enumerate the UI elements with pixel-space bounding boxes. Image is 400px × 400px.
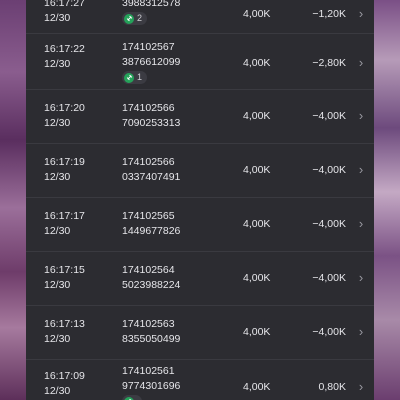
row-id-primary: 174102561 <box>122 365 175 377</box>
chevron-right-icon: › <box>358 55 364 70</box>
row-id-secondary: 9774301696 <box>122 380 181 392</box>
row-id-primary: 174102566 <box>122 156 175 168</box>
row-result: −4,00K <box>312 218 346 230</box>
row-stake: 4,00K <box>243 272 271 284</box>
row-time: 16:17:22 <box>44 43 85 55</box>
row-result: 0,80K <box>318 381 346 393</box>
row-id-primary: 174102566 <box>122 102 175 114</box>
chevron-right-icon: › <box>358 324 364 339</box>
combo-badge: 1 <box>122 71 148 84</box>
row-time: 16:17:15 <box>44 264 85 276</box>
row-date: 12/30 <box>44 279 71 291</box>
row-time: 16:17:19 <box>44 156 85 168</box>
list-item[interactable]: 16:17:22 12/30 174102567 3876612099 1 4,… <box>26 36 374 90</box>
row-date: 12/30 <box>44 12 71 24</box>
row-result: −4,00K <box>312 164 346 176</box>
list-item[interactable]: 16:17:20 12/30 174102566 7090253313 4,00… <box>26 90 374 144</box>
chevron-right-icon: › <box>358 216 364 231</box>
row-id-primary: 174102567 <box>122 41 175 53</box>
list-item[interactable]: 16:17:13 12/30 174102563 8355050499 4,00… <box>26 306 374 360</box>
row-id-secondary: 7090253313 <box>122 117 181 129</box>
chevron-right-icon: › <box>358 162 364 177</box>
chevron-right-icon: › <box>358 379 364 394</box>
row-id-secondary: 3876612099 <box>122 56 181 68</box>
row-result: −4,00K <box>312 272 346 284</box>
row-id-primary: 174102565 <box>122 210 175 222</box>
row-id-secondary: 5023988224 <box>122 279 181 291</box>
row-id-secondary: 3988312578 <box>122 0 181 9</box>
row-date: 12/30 <box>44 58 71 70</box>
row-time: 16:17:09 <box>44 370 85 382</box>
row-id-primary: 174102564 <box>122 264 175 276</box>
row-stake: 4,00K <box>243 164 271 176</box>
row-date: 12/30 <box>44 171 71 183</box>
row-date: 12/30 <box>44 225 71 237</box>
combo-count: 2 <box>137 13 143 23</box>
combo-badge <box>122 395 142 400</box>
row-time: 16:17:13 <box>44 318 85 330</box>
row-result: −2,80K <box>312 57 346 69</box>
link-icon <box>124 72 134 83</box>
chevron-right-icon: › <box>358 270 364 285</box>
list-item[interactable]: 16:17:15 12/30 174102564 5023988224 4,00… <box>26 252 374 306</box>
list-item[interactable]: 16:17:09 12/30 174102561 9774301696 4,00… <box>26 360 374 400</box>
row-stake: 4,00K <box>243 326 271 338</box>
link-icon <box>124 13 134 24</box>
chevron-right-icon: › <box>358 108 364 123</box>
row-time: 16:17:17 <box>44 210 85 222</box>
background-left <box>0 0 26 400</box>
link-icon <box>124 396 134 400</box>
bet-history-list: 16:17:27 12/30 3988312578 2 4,00K −1,20K… <box>26 0 374 400</box>
list-item[interactable]: 16:17:19 12/30 174102566 0337407491 4,00… <box>26 144 374 198</box>
row-date: 12/30 <box>44 385 71 397</box>
row-result: −4,00K <box>312 110 346 122</box>
combo-badge: 2 <box>122 12 148 25</box>
row-stake: 4,00K <box>243 381 271 393</box>
background-right <box>374 0 400 400</box>
row-stake: 4,00K <box>243 218 271 230</box>
row-time: 16:17:20 <box>44 102 85 114</box>
row-stake: 4,00K <box>243 57 271 69</box>
list-item[interactable]: 16:17:27 12/30 3988312578 2 4,00K −1,20K… <box>26 0 374 34</box>
list-item[interactable]: 16:17:17 12/30 174102565 1449677826 4,00… <box>26 198 374 252</box>
row-time: 16:17:27 <box>44 0 85 9</box>
row-result: −4,00K <box>312 326 346 338</box>
row-id-primary: 174102563 <box>122 318 175 330</box>
chevron-right-icon: › <box>358 6 364 21</box>
row-stake: 4,00K <box>243 8 271 20</box>
combo-count: 1 <box>137 72 143 82</box>
row-id-secondary: 0337407491 <box>122 171 181 183</box>
row-result: −1,20K <box>312 8 346 20</box>
row-date: 12/30 <box>44 117 71 129</box>
row-id-secondary: 8355050499 <box>122 333 181 345</box>
row-stake: 4,00K <box>243 110 271 122</box>
row-date: 12/30 <box>44 333 71 345</box>
row-id-secondary: 1449677826 <box>122 225 181 237</box>
